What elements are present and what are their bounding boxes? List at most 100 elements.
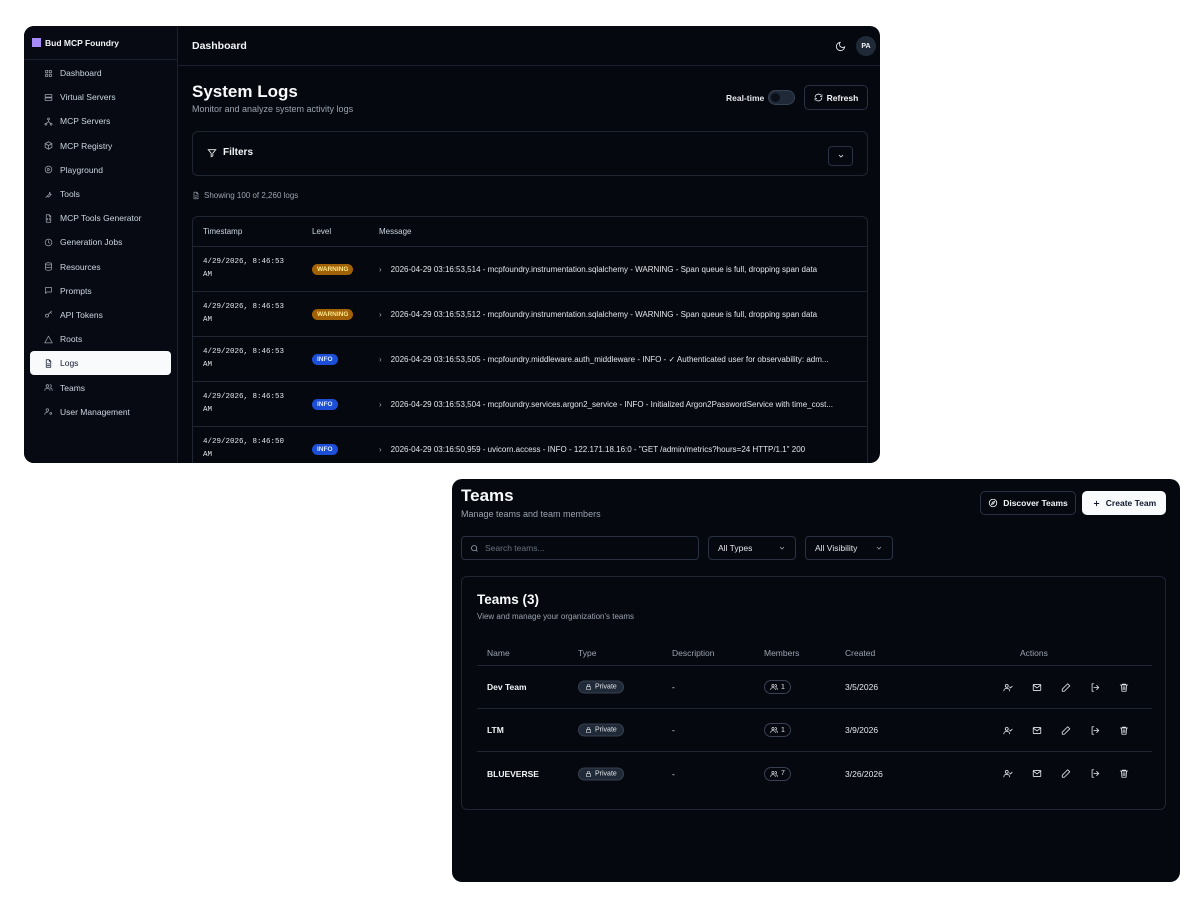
chevron-right-icon[interactable]: ›: [379, 445, 382, 454]
team-name: Dev Team: [487, 682, 527, 692]
team-name: BLUEVERSE: [487, 768, 539, 779]
log-row[interactable]: 4/29/2026, 8:46:53 AM WARNING › 2026-04-29 …: [193, 292, 867, 337]
chevron-right-icon[interactable]: ›: [379, 355, 382, 364]
theme-toggle-moon-icon[interactable]: [835, 41, 846, 52]
leave-button[interactable]: [1089, 725, 1100, 736]
users-icon: [43, 383, 53, 393]
visibility-filter-select[interactable]: All Visibility: [805, 536, 893, 560]
user-check-icon: [1002, 768, 1013, 779]
log-message: 2026-04-29 03:16:53,505 - mcpfoundry.mid…: [390, 354, 829, 364]
delete-button[interactable]: [1118, 725, 1129, 736]
search-icon: [470, 544, 479, 553]
sidebar-item-api-tokens[interactable]: API Tokens: [30, 303, 171, 327]
col-created: Created: [845, 647, 876, 658]
logs-table-header: Timestamp Level Message: [193, 217, 867, 247]
topbar: Dashboard PA: [178, 26, 880, 66]
sidebar-item-logs[interactable]: Logs: [30, 351, 171, 376]
col-actions: Actions: [1020, 647, 1048, 658]
sidebar-item-generation-jobs[interactable]: Generation Jobs: [30, 230, 171, 254]
search-input[interactable]: Search teams...: [461, 536, 699, 560]
lock-icon: [585, 684, 592, 691]
sidebar-item-label: MCP Tools Generator: [60, 213, 142, 224]
users-icon: [770, 726, 778, 734]
sidebar-item-playground[interactable]: Playground: [30, 158, 171, 182]
sidebar-item-label: MCP Registry: [60, 140, 113, 151]
chevron-down-icon: [778, 544, 786, 552]
filters-header[interactable]: Filters: [207, 147, 253, 158]
col-level: Level: [312, 227, 332, 236]
avatar[interactable]: PA: [856, 36, 876, 56]
sidebar-item-prompts[interactable]: Prompts: [30, 279, 171, 303]
sidebar-item-resources[interactable]: Resources: [30, 255, 171, 279]
edit-button[interactable]: [1060, 682, 1071, 693]
sidebar-item-mcp-tools-generator[interactable]: MCP Tools Generator: [30, 206, 171, 230]
col-message: Message: [379, 227, 412, 236]
logs-window: Bud MCP Foundry Dashboard Virtual Servers…: [24, 26, 880, 463]
log-row[interactable]: 4/29/2026, 8:46:50 AM INFO › 2026-04-29 03:…: [193, 427, 867, 463]
message-icon: [43, 286, 53, 296]
chevron-right-icon[interactable]: ›: [379, 400, 382, 409]
delete-button[interactable]: [1118, 682, 1129, 693]
invite-button[interactable]: [1031, 682, 1042, 693]
team-members-count: 7: [781, 770, 785, 777]
lock-icon: [585, 727, 592, 734]
leave-button[interactable]: [1089, 682, 1100, 693]
log-timestamp: 4/29/2026, 8:46:53 AM: [203, 393, 285, 414]
trash-icon: [1118, 725, 1129, 736]
log-timestamp: 4/29/2026, 8:46:50 AM: [203, 438, 285, 459]
topbar-title: Dashboard: [192, 39, 247, 52]
discover-teams-button[interactable]: Discover Teams: [980, 491, 1076, 515]
log-row[interactable]: 4/29/2026, 8:46:53 AM INFO › 2026-04-29 03:…: [193, 382, 867, 427]
type-filter-select[interactable]: All Types: [708, 536, 796, 560]
sidebar-item-roots[interactable]: Roots: [30, 327, 171, 351]
invite-button[interactable]: [1031, 768, 1042, 779]
manage-members-button[interactable]: [1002, 768, 1013, 779]
edit-button[interactable]: [1060, 768, 1071, 779]
sidebar-item-teams[interactable]: Teams: [30, 375, 171, 399]
sidebar-item-label: Roots: [60, 334, 83, 345]
invite-button[interactable]: [1031, 725, 1042, 736]
filters-expand-button[interactable]: [828, 146, 853, 166]
leave-button[interactable]: [1089, 768, 1100, 779]
refresh-button[interactable]: Refresh: [804, 85, 868, 110]
log-row[interactable]: 4/29/2026, 8:46:53 AM WARNING › 2026-04-29 …: [193, 247, 867, 292]
compass-icon: [988, 498, 998, 508]
realtime-toggle[interactable]: [768, 90, 795, 105]
manage-members-button[interactable]: [1002, 682, 1013, 693]
sidebar-item-dashboard[interactable]: Dashboard: [30, 61, 171, 85]
chevron-right-icon[interactable]: ›: [379, 310, 382, 319]
sidebar-item-virtual-servers[interactable]: Virtual Servers: [30, 85, 171, 109]
users-icon: [770, 770, 778, 778]
sidebar-item-tools[interactable]: Tools: [30, 182, 171, 206]
sidebar-item-mcp-servers[interactable]: MCP Servers: [30, 109, 171, 133]
sidebar-item-label: Teams: [60, 382, 86, 393]
chevron-right-icon[interactable]: ›: [379, 265, 382, 274]
log-row[interactable]: 4/29/2026, 8:46:53 AM INFO › 2026-04-29 03:…: [193, 337, 867, 382]
teams-card-subtitle: View and manage your organization's team…: [477, 612, 635, 621]
sidebar-item-label: User Management: [60, 406, 130, 417]
delete-button[interactable]: [1118, 768, 1129, 779]
network-icon: [43, 116, 53, 126]
log-level-badge: INFO: [312, 398, 338, 410]
sidebar-item-mcp-registry[interactable]: MCP Registry: [30, 134, 171, 158]
create-team-label: Create Team: [1105, 498, 1157, 508]
teams-subtitle: Manage teams and team members: [461, 509, 601, 519]
sidebar-item-user-management[interactable]: User Management: [30, 400, 171, 424]
team-description: -: [672, 768, 675, 779]
sidebar-item-label: Virtual Servers: [60, 92, 116, 103]
brand[interactable]: Bud MCP Foundry: [24, 26, 177, 60]
brand-name: Bud MCP Foundry: [45, 37, 119, 48]
chevron-down-icon: [875, 544, 883, 552]
manage-members-button[interactable]: [1002, 725, 1013, 736]
package-icon: [43, 141, 53, 151]
log-message: 2026-04-29 03:16:53,512 - mcpfoundry.ins…: [390, 309, 818, 319]
sidebar-item-label: Playground: [60, 164, 104, 175]
sidebar-item-label: Logs: [60, 358, 79, 369]
filters-label: Filters: [223, 147, 254, 158]
team-type-badge: Private: [578, 680, 624, 694]
triangle-icon: [43, 334, 53, 344]
team-created: 3/26/2026: [845, 768, 883, 779]
create-team-button[interactable]: Create Team: [1082, 491, 1166, 515]
log-timestamp: 4/29/2026, 8:46:53 AM: [203, 303, 285, 324]
edit-button[interactable]: [1060, 725, 1071, 736]
